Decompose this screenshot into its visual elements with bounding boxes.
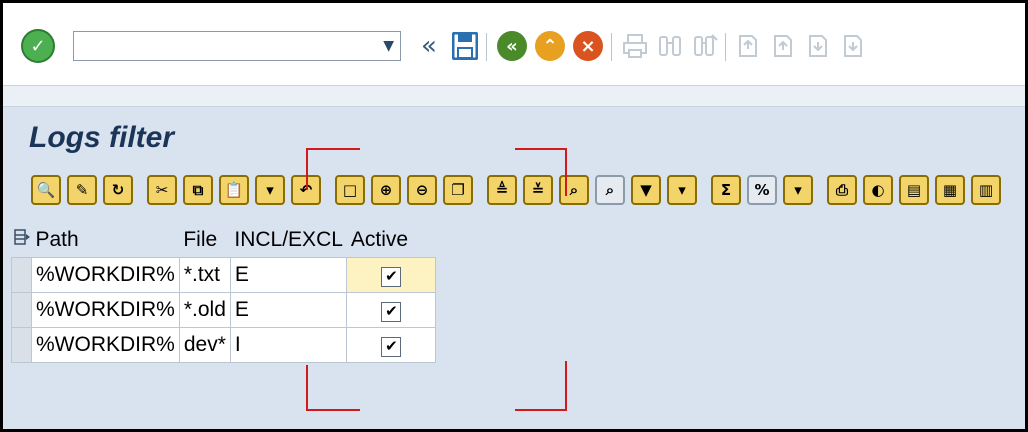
copy-icon[interactable]: ⧉	[183, 175, 213, 205]
first-page-icon[interactable]	[730, 29, 764, 63]
print-icon[interactable]	[618, 29, 652, 63]
active-checkbox[interactable]: ✔	[381, 266, 402, 287]
sum-icon[interactable]: Σ	[711, 175, 741, 205]
find-icon[interactable]	[653, 29, 687, 63]
annotation-corner-top-left	[306, 148, 360, 190]
details-icon[interactable]: 🔍	[31, 175, 61, 205]
chevron-down-icon[interactable]: ▼	[383, 38, 394, 54]
table-row: %WORKDIR% *.old E ✔	[11, 292, 437, 328]
logs-filter-table: Path File INCL/EXCL Active %WORKDIR% *.t…	[11, 223, 437, 363]
paste-icon[interactable]: 📋	[219, 175, 249, 205]
column-header-path[interactable]: Path	[31, 223, 180, 258]
subtotal-icon[interactable]: %	[747, 175, 777, 205]
command-field[interactable]: ▼	[73, 31, 401, 61]
column-header-file[interactable]: File	[179, 223, 231, 258]
active-cell: ✔	[346, 327, 437, 363]
menu-band	[3, 86, 1025, 107]
subtotal-dropdown-icon[interactable]: ▾	[783, 175, 813, 205]
back-arrows-icon[interactable]: «	[412, 29, 446, 63]
column-header-active[interactable]: Active	[346, 223, 436, 258]
active-cell: ✔	[346, 257, 437, 293]
next-page-icon[interactable]	[800, 29, 834, 63]
refresh-icon[interactable]: ↻	[103, 175, 133, 205]
sap-window: ✓ ▼ « « ⌃ × Logs filter 🔍 ✎ ↻ ✂ ⧉ 📋 ▾ ↶ …	[0, 0, 1028, 432]
file-cell[interactable]: *.txt	[178, 257, 231, 293]
incl-excl-cell[interactable]: I	[229, 327, 348, 363]
sort-ascending-icon[interactable]: ≜	[487, 175, 517, 205]
active-checkbox[interactable]: ✔	[381, 336, 402, 357]
file-cell[interactable]: dev*	[178, 327, 231, 363]
export-icon[interactable]: ▤	[899, 175, 929, 205]
insert-row-icon[interactable]: ⊕	[371, 175, 401, 205]
annotation-corner-bottom-left	[306, 365, 360, 411]
find-next-icon[interactable]: ⌕	[595, 175, 625, 205]
page-title: Logs filter	[29, 121, 175, 154]
checkmark-icon[interactable]: ✓	[21, 29, 55, 63]
annotation-corner-bottom-right	[515, 361, 567, 411]
path-cell[interactable]: %WORKDIR%	[31, 257, 180, 293]
annotation-corner-top-right	[515, 148, 567, 196]
exit-icon[interactable]: ⌃	[533, 29, 567, 63]
path-cell[interactable]: %WORKDIR%	[31, 327, 180, 363]
delete-row-icon[interactable]: ⊖	[407, 175, 437, 205]
system-toolbar: ✓ ▼ « « ⌃ ×	[3, 3, 1025, 86]
cancel-icon[interactable]: ×	[571, 29, 605, 63]
graphic-icon[interactable]: ▥	[971, 175, 1001, 205]
filter-icon[interactable]: ▼	[631, 175, 661, 205]
file-cell[interactable]: *.old	[178, 292, 231, 328]
find-next-icon[interactable]	[688, 29, 722, 63]
print-icon[interactable]: ⎙	[827, 175, 857, 205]
copy-row-icon[interactable]: ❐	[443, 175, 473, 205]
column-header-incl-excl[interactable]: INCL/EXCL	[230, 223, 347, 258]
incl-excl-cell[interactable]: E	[229, 257, 348, 293]
column-settings-icon[interactable]	[11, 223, 32, 258]
cut-icon[interactable]: ✂	[147, 175, 177, 205]
previous-page-icon[interactable]	[765, 29, 799, 63]
active-checkbox[interactable]: ✔	[381, 301, 402, 322]
layout-icon[interactable]: ▦	[935, 175, 965, 205]
row-selector[interactable]	[11, 327, 32, 363]
row-selector[interactable]	[11, 257, 32, 293]
table-row: %WORKDIR% *.txt E ✔	[11, 257, 437, 293]
views-icon[interactable]: ◐	[863, 175, 893, 205]
paste-dropdown-icon[interactable]: ▾	[255, 175, 285, 205]
filter-dropdown-icon[interactable]: ▾	[667, 175, 697, 205]
save-icon[interactable]	[448, 29, 482, 63]
active-cell: ✔	[346, 292, 437, 328]
path-cell[interactable]: %WORKDIR%	[31, 292, 180, 328]
change-mode-icon[interactable]: ✎	[67, 175, 97, 205]
last-page-icon[interactable]	[835, 29, 869, 63]
table-row: %WORKDIR% dev* I ✔	[11, 327, 437, 363]
table-header-row: Path File INCL/EXCL Active	[11, 223, 436, 258]
back-icon[interactable]: «	[495, 29, 529, 63]
row-selector[interactable]	[11, 292, 32, 328]
incl-excl-cell[interactable]: E	[229, 292, 348, 328]
